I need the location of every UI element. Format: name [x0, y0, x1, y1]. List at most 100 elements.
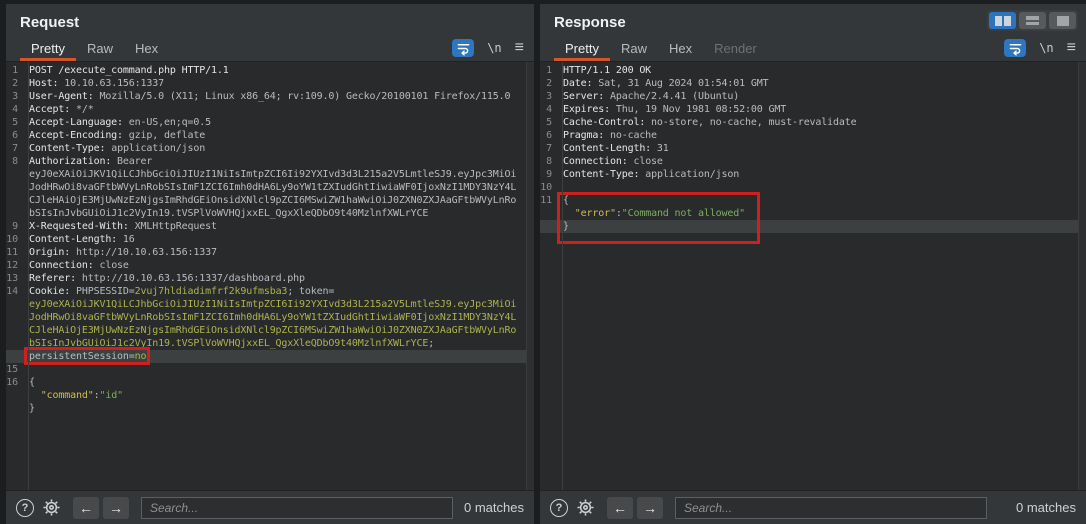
- code-text: Cache-Control: no-store, no-cache, must-…: [557, 116, 857, 129]
- word-wrap-button[interactable]: [452, 39, 474, 57]
- help-icon[interactable]: ?: [16, 499, 34, 517]
- search-next-button[interactable]: →: [637, 497, 663, 519]
- word-wrap-button[interactable]: [1004, 39, 1026, 57]
- line-number: 7: [540, 142, 557, 155]
- layout-rows-button[interactable]: [1019, 12, 1046, 29]
- code-text: Accept-Language: en-US,en;q=0.5: [23, 116, 211, 129]
- line-number: [6, 168, 23, 181]
- code-text: Cookie: PHPSESSID=2vuj7hldiadimfrf2k9ufm…: [23, 285, 334, 298]
- code-text: "command":"id": [23, 389, 123, 402]
- code-line: 13Referer: http://10.10.63.156:1337/dash…: [6, 272, 534, 285]
- code-text: POST /execute_command.php HTTP/1.1: [23, 64, 229, 77]
- show-newlines-icon[interactable]: \n: [1039, 41, 1053, 55]
- code-line: 10: [540, 181, 1086, 194]
- code-line: 5Accept-Language: en-US,en;q=0.5: [6, 116, 534, 129]
- code-text: HTTP/1.1 200 OK: [557, 64, 651, 77]
- code-text: User-Agent: Mozilla/5.0 (X11; Linux x86_…: [23, 90, 510, 103]
- rows-layout-icon: [1026, 16, 1039, 25]
- code-line: }: [540, 220, 1086, 233]
- response-editor[interactable]: 1HTTP/1.1 200 OK2Date: Sat, 31 Aug 2024 …: [540, 62, 1086, 490]
- line-number: [6, 207, 23, 220]
- line-number: 6: [6, 129, 23, 142]
- line-number: 7: [6, 142, 23, 155]
- layout-columns-button[interactable]: [989, 12, 1016, 29]
- response-tab-raw[interactable]: Raw: [610, 35, 658, 61]
- response-panel-header: Response Pretty Raw Hex Render: [540, 4, 1086, 62]
- search-settings-gear-icon[interactable]: [42, 498, 61, 517]
- line-number: 1: [6, 64, 23, 77]
- code-line: }: [6, 402, 534, 415]
- request-search-input[interactable]: [141, 497, 453, 519]
- line-number: 4: [6, 103, 23, 116]
- code-line: 7Content-Length: 31: [540, 142, 1086, 155]
- burp-message-viewer: Request Pretty Raw Hex: [0, 0, 1086, 524]
- code-text: Content-Type: application/json: [23, 142, 205, 155]
- search-settings-gear-icon[interactable]: [576, 498, 595, 517]
- code-line: 3User-Agent: Mozilla/5.0 (X11; Linux x86…: [6, 90, 534, 103]
- line-number: [6, 350, 23, 363]
- code-line: 6Pragma: no-cache: [540, 129, 1086, 142]
- line-number: 4: [540, 103, 557, 116]
- line-number: 12: [6, 259, 23, 272]
- layout-single-button[interactable]: [1049, 12, 1076, 29]
- request-editor[interactable]: 1POST /execute_command.php HTTP/1.12Host…: [6, 62, 534, 490]
- code-line: 4Expires: Thu, 19 Nov 1981 08:52:00 GMT: [540, 103, 1086, 116]
- code-line: 10Content-Length: 16: [6, 233, 534, 246]
- show-newlines-icon[interactable]: \n: [487, 41, 501, 55]
- line-number: [6, 194, 23, 207]
- response-tab-pretty[interactable]: Pretty: [554, 35, 610, 61]
- request-editor-tools: \n ≡: [452, 35, 524, 61]
- code-line: CJleHAiOjE3MjUwNzEzNjgsImRhdGEiOnsidXNlc…: [6, 194, 534, 207]
- search-previous-button[interactable]: ←: [73, 497, 99, 519]
- code-text: bSIsInJvbGUiOiJ1c2VyIn19.tVSPlVoWVHQjxxE…: [23, 207, 428, 220]
- line-number: [6, 337, 23, 350]
- code-text: CJleHAiOjE3MjUwNzEzNjgsImRhdGEiOnsidXNlc…: [23, 324, 516, 337]
- code-line: 3Server: Apache/2.4.41 (Ubuntu): [540, 90, 1086, 103]
- code-text: Expires: Thu, 19 Nov 1981 08:52:00 GMT: [557, 103, 786, 116]
- search-next-button[interactable]: →: [103, 497, 129, 519]
- response-tabbar: Pretty Raw Hex Render \n: [540, 35, 1086, 61]
- code-line: 8Connection: close: [540, 155, 1086, 168]
- code-text: Origin: http://10.10.63.156:1337: [23, 246, 217, 259]
- code-line: 4Accept: */*: [6, 103, 534, 116]
- gutter-divider: [28, 62, 29, 490]
- response-code: 1HTTP/1.1 200 OK2Date: Sat, 31 Aug 2024 …: [540, 62, 1086, 233]
- request-code: 1POST /execute_command.php HTTP/1.12Host…: [6, 62, 534, 415]
- response-search-input[interactable]: [675, 497, 987, 519]
- code-line: 9Content-Type: application/json: [540, 168, 1086, 181]
- code-text: Server: Apache/2.4.41 (Ubuntu): [557, 90, 739, 103]
- line-number: [540, 207, 557, 220]
- annotation-box-inline: persistentSession=no: [29, 350, 146, 363]
- request-tab-pretty[interactable]: Pretty: [20, 35, 76, 61]
- code-line: 14Cookie: PHPSESSID=2vuj7hldiadimfrf2k9u…: [6, 285, 534, 298]
- code-line: 12Connection: close: [6, 259, 534, 272]
- code-text: eyJ0eXAiOiJKV1QiLCJhbGciOiJIUzI1NiIsImtp…: [23, 298, 516, 311]
- word-wrap-icon: [456, 41, 471, 56]
- line-number: 16: [6, 376, 23, 389]
- search-previous-button[interactable]: ←: [607, 497, 633, 519]
- editor-menu-icon[interactable]: ≡: [1067, 40, 1076, 56]
- line-number: 1: [540, 64, 557, 77]
- line-number: [540, 220, 557, 233]
- code-line: "command":"id": [6, 389, 534, 402]
- line-number: 5: [540, 116, 557, 129]
- response-scrollbar[interactable]: [1078, 62, 1086, 490]
- request-tab-raw[interactable]: Raw: [76, 35, 124, 61]
- line-number: 10: [6, 233, 23, 246]
- code-text: Connection: close: [557, 155, 663, 168]
- editor-menu-icon[interactable]: ≡: [515, 40, 524, 56]
- request-tab-hex[interactable]: Hex: [124, 35, 169, 61]
- line-number: 9: [540, 168, 557, 181]
- code-text: JodHRwOi8vaGFtbWVyLnRobSIsImF1ZCI6Imh0dH…: [23, 181, 516, 194]
- code-text: persistentSession=no: [23, 350, 146, 363]
- response-search-bar: ? ← → 0 matches: [540, 490, 1086, 524]
- code-text: Referer: http://10.10.63.156:1337/dashbo…: [23, 272, 305, 285]
- code-text: JodHRwOi8vaGFtbWVyLnRobSIsImF1ZCI6Imh0dH…: [23, 311, 516, 324]
- code-text: Accept: */*: [23, 103, 94, 116]
- help-icon[interactable]: ?: [550, 499, 568, 517]
- line-number: 3: [540, 90, 557, 103]
- code-line: eyJ0eXAiOiJKV1QiLCJhbGciOiJIUzI1NiIsImtp…: [6, 298, 534, 311]
- request-scrollbar[interactable]: [526, 62, 534, 490]
- response-tab-hex[interactable]: Hex: [658, 35, 703, 61]
- code-line: 1POST /execute_command.php HTTP/1.1: [6, 64, 534, 77]
